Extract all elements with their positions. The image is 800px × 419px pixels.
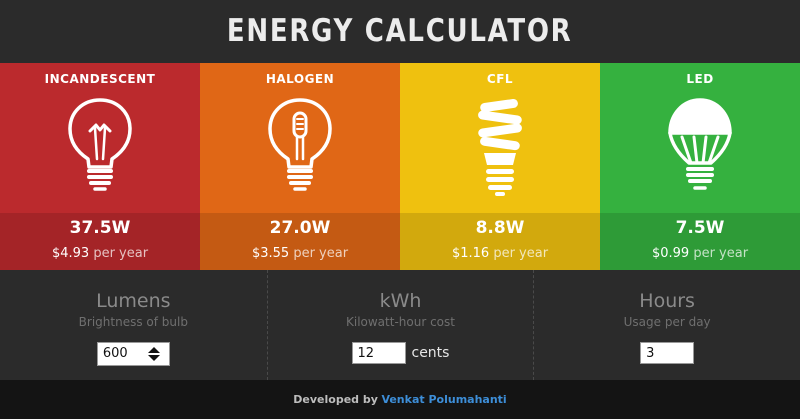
bulb-watts: 37.5W xyxy=(69,218,131,238)
bulb-cost: $3.55 per year xyxy=(251,246,349,261)
footer-prefix: Developed by xyxy=(293,393,378,406)
page-title: ENERGY CALCULATOR xyxy=(227,13,573,49)
bulb-stats: 7.5W $0.99 per year xyxy=(600,213,800,270)
controls: Lumens Brightness of bulb 600 kWh Kilowa… xyxy=(0,270,800,380)
bulb-panel-halogen: HALOGEN 27.0W $3.55 per year xyxy=(200,63,400,270)
bulb-panels: INCANDESCENT 37.5W $4.93 per year HALOGE… xyxy=(0,63,800,270)
led-bulb-icon xyxy=(668,98,732,190)
kwh-input[interactable] xyxy=(351,342,406,364)
incandescent-bulb-icon xyxy=(68,98,132,191)
hours-label: Hours xyxy=(639,290,695,312)
bulb-cost: $0.99 per year xyxy=(651,246,749,261)
cfl-bulb-icon xyxy=(478,98,522,196)
lumens-value: 600 xyxy=(102,346,128,361)
footer: Developed by Venkat Polumahanti xyxy=(0,380,800,419)
halogen-bulb-icon xyxy=(268,98,332,191)
bulb-stats: 8.8W $1.16 per year xyxy=(400,213,600,270)
bulb-name: HALOGEN xyxy=(265,72,335,86)
bulb-name: CFL xyxy=(486,72,514,86)
bulb-cost: $4.93 per year xyxy=(51,246,149,261)
author-link[interactable]: Venkat Polumahanti xyxy=(381,393,506,406)
header: ENERGY CALCULATOR xyxy=(0,0,800,63)
bulb-panel-led: LED 7.5W $0.99 per year xyxy=(600,63,800,270)
bulb-cost: $1.16 per year xyxy=(451,246,549,261)
lumens-label: Lumens xyxy=(96,290,171,312)
kwh-sublabel: Kilowatt-hour cost xyxy=(345,315,455,329)
hours-control: Hours Usage per day xyxy=(533,270,800,380)
kwh-control: kWh Kilowatt-hour cost cents xyxy=(266,270,534,380)
lumens-control: Lumens Brightness of bulb 600 xyxy=(0,270,267,380)
lumens-sublabel: Brightness of bulb xyxy=(78,315,188,329)
lumens-select[interactable]: 600 xyxy=(96,342,170,366)
bulb-stats: 37.5W $4.93 per year xyxy=(0,213,200,270)
hours-input[interactable] xyxy=(640,342,695,364)
bulb-watts: 8.8W xyxy=(475,218,525,238)
bulb-panel-incandescent: INCANDESCENT 37.5W $4.93 per year xyxy=(0,63,200,270)
bulb-stats: 27.0W $3.55 per year xyxy=(200,213,400,270)
bulb-name: LED xyxy=(686,72,714,86)
hours-sublabel: Usage per day xyxy=(623,315,711,329)
kwh-label: kWh xyxy=(379,290,422,312)
bulb-panel-cfl: CFL 8.8W $1.16 per year xyxy=(400,63,600,270)
up-down-arrows-icon xyxy=(147,347,160,361)
kwh-unit: cents xyxy=(411,345,450,361)
bulb-watts: 7.5W xyxy=(675,218,725,238)
bulb-watts: 27.0W xyxy=(269,218,331,238)
bulb-name: INCANDESCENT xyxy=(44,72,156,86)
